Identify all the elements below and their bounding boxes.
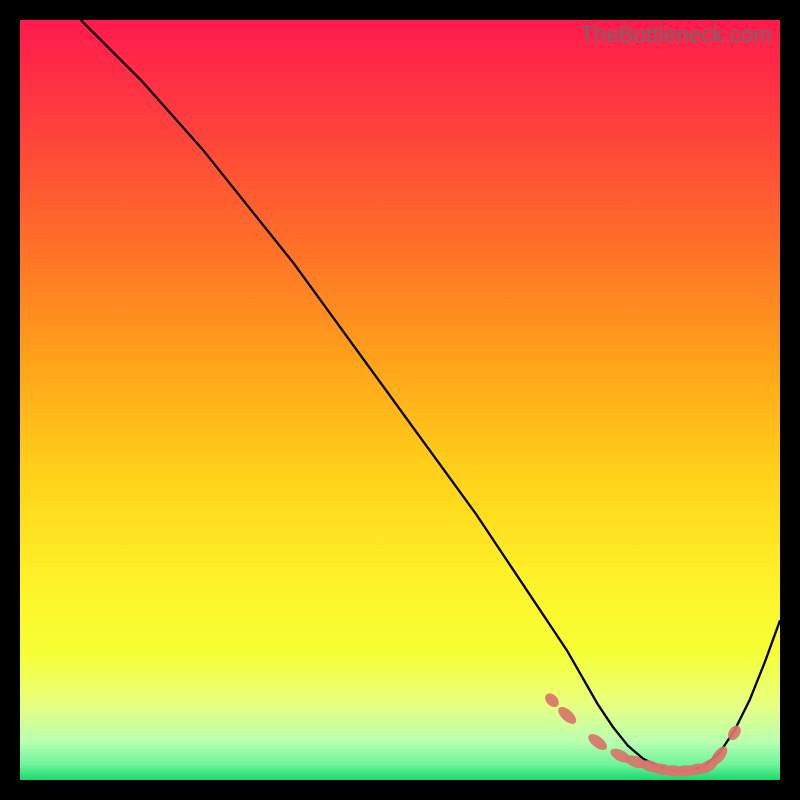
watermark-text: TheBottleneck.com — [580, 22, 772, 48]
gradient-background — [20, 20, 780, 780]
plot-svg — [20, 20, 780, 780]
chart-frame: TheBottleneck.com — [20, 20, 780, 780]
